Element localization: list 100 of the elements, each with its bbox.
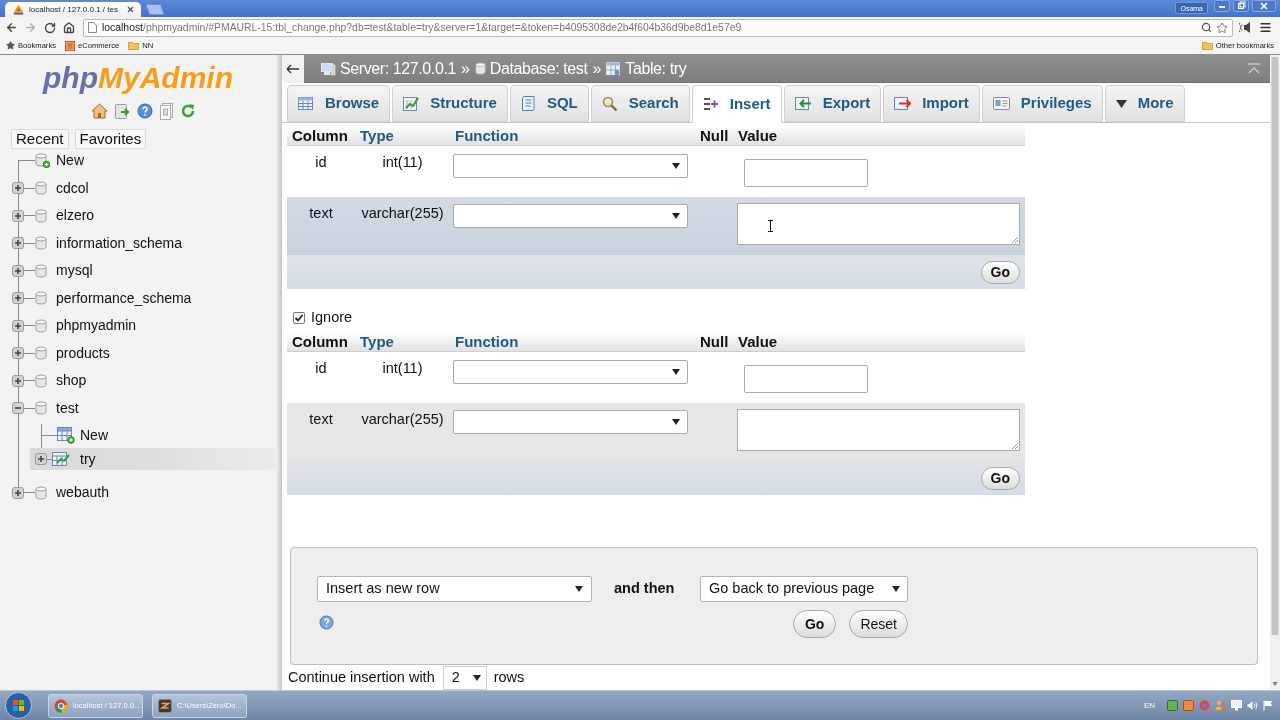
tree-item[interactable]: New	[12, 147, 276, 175]
server-icon	[320, 61, 336, 76]
column-header[interactable]: Type	[360, 332, 394, 350]
monitor-icon[interactable]	[1231, 700, 1242, 711]
function-select[interactable]	[453, 360, 688, 384]
go-button[interactable]: Go	[980, 466, 1020, 490]
tree-item[interactable]: cdcol	[12, 174, 276, 202]
sidebar-tab[interactable]: Favorites	[74, 129, 147, 149]
flag-icon[interactable]	[1263, 700, 1274, 711]
tab[interactable]: SQL	[509, 85, 589, 122]
browser-tab[interactable]: localhost / 127.0.0.1 / tes	[5, 2, 141, 17]
caret-icon	[575, 586, 583, 592]
close-icon[interactable]	[1252, 0, 1276, 12]
database-icon	[35, 318, 47, 333]
value-input[interactable]	[744, 365, 868, 393]
menu-icon[interactable]	[1259, 21, 1272, 34]
minimize-icon[interactable]	[1214, 0, 1230, 12]
reload-icon[interactable]	[44, 21, 56, 34]
tree-item[interactable]: phpmyadmin	[12, 312, 276, 340]
search-icon[interactable]	[1201, 22, 1212, 33]
tree-item[interactable]: try	[30, 448, 276, 470]
resize-handle-icon[interactable]	[1012, 443, 1018, 449]
home-icon[interactable]	[90, 103, 108, 119]
close-icon[interactable]	[127, 6, 134, 13]
back-icon[interactable]	[5, 21, 18, 34]
plus-box-icon[interactable]	[12, 292, 24, 305]
column-header[interactable]: Function	[455, 126, 519, 144]
checkbox[interactable]	[293, 311, 305, 324]
scrollbar[interactable]	[1270, 55, 1280, 689]
forward-icon[interactable]	[24, 21, 37, 34]
tab[interactable]: Import	[883, 85, 980, 122]
maximize-icon[interactable]	[1233, 0, 1249, 12]
help-icon[interactable]	[319, 614, 334, 630]
document-icon[interactable]	[158, 103, 174, 120]
tab[interactable]: More	[1104, 85, 1185, 122]
tree-item[interactable]: webauth	[12, 479, 276, 507]
plus-box-icon[interactable]	[12, 209, 24, 222]
function-select[interactable]	[453, 204, 688, 228]
resize-handle-icon[interactable]	[1012, 237, 1018, 243]
tree-item[interactable]: test	[12, 394, 276, 422]
plus-box-icon[interactable]	[12, 182, 24, 195]
start-orb-icon[interactable]	[5, 692, 32, 719]
breadcrumb-separator: »	[592, 58, 602, 79]
plus-box-icon[interactable]	[12, 486, 24, 499]
go-button[interactable]: Go	[792, 610, 837, 638]
function-select[interactable]	[453, 154, 688, 178]
new-tab-icon[interactable]	[143, 4, 165, 15]
reset-button[interactable]: Reset	[849, 610, 908, 638]
column-header[interactable]: Function	[455, 332, 519, 350]
speaker-icon[interactable]	[1239, 22, 1252, 33]
back-icon[interactable]	[282, 54, 304, 83]
help-icon[interactable]	[136, 103, 153, 119]
breadcrumb-link[interactable]: Database: test	[474, 56, 588, 81]
tab[interactable]: Insert	[691, 85, 782, 123]
plus-box-icon[interactable]	[12, 374, 24, 387]
column-header: Value	[738, 332, 778, 350]
square-icon[interactable]	[1167, 700, 1178, 711]
breadcrumb-link[interactable]: Table: try	[606, 56, 687, 81]
plus-box-icon[interactable]	[35, 453, 47, 465]
page-arrow-icon[interactable]	[113, 103, 131, 120]
breadcrumb-link[interactable]: Server: 127.0.0.1	[320, 56, 456, 81]
insert-mode-select[interactable]: Insert as new row	[317, 576, 592, 602]
minus-box-icon[interactable]	[12, 402, 24, 415]
plus-box-icon[interactable]	[12, 237, 24, 250]
tree-item[interactable]: New	[30, 424, 276, 446]
value-textarea[interactable]	[737, 409, 1020, 451]
tree-item[interactable]: performance_schema	[12, 284, 276, 312]
sidebar-tab[interactable]: Recent	[11, 129, 69, 149]
column-name: id	[315, 359, 327, 378]
tab[interactable]: Export	[783, 85, 882, 122]
plus-box-icon[interactable]	[12, 347, 24, 360]
home-icon[interactable]	[63, 21, 75, 34]
text-cursor-icon	[768, 220, 773, 232]
url-field[interactable]: localhost/phpmyadmin/#PMAURL-15:tbl_change.php?db=test&table=try&server=1&target=&token=b4095308de2b4f604b36d9be8d1e57e9	[83, 18, 1233, 37]
tab[interactable]: Search	[590, 85, 690, 122]
tree-item[interactable]: mysql	[12, 257, 276, 285]
value-input[interactable]	[744, 159, 868, 187]
tree-item[interactable]: information_schema	[12, 229, 276, 257]
plus-box-icon[interactable]	[12, 264, 24, 277]
id-card-icon	[992, 97, 1010, 110]
tree-item[interactable]: products	[12, 339, 276, 367]
tab[interactable]: Structure	[392, 85, 508, 122]
square-icon[interactable]	[1183, 700, 1194, 711]
go-button[interactable]: Go	[980, 260, 1020, 284]
grid-icon	[298, 96, 314, 111]
caret-icon	[672, 419, 680, 425]
star-icon[interactable]	[1216, 21, 1228, 34]
function-select[interactable]	[453, 410, 688, 434]
plus-box-icon[interactable]	[12, 319, 24, 332]
column-header[interactable]: Type	[360, 126, 394, 144]
chart-icon	[403, 96, 420, 111]
tab[interactable]: Browse	[287, 85, 391, 122]
after-insert-select[interactable]: Go back to previous page	[700, 576, 908, 602]
tree-item[interactable]: shop	[12, 367, 276, 395]
tree-item[interactable]: elzero	[12, 202, 276, 230]
value-textarea[interactable]	[737, 203, 1020, 245]
tab[interactable]: Privileges	[981, 85, 1103, 122]
row-count-select[interactable]: 2	[442, 666, 487, 690]
collapse-icon[interactable]	[1247, 62, 1261, 75]
browser-logo-icon	[54, 698, 68, 713]
